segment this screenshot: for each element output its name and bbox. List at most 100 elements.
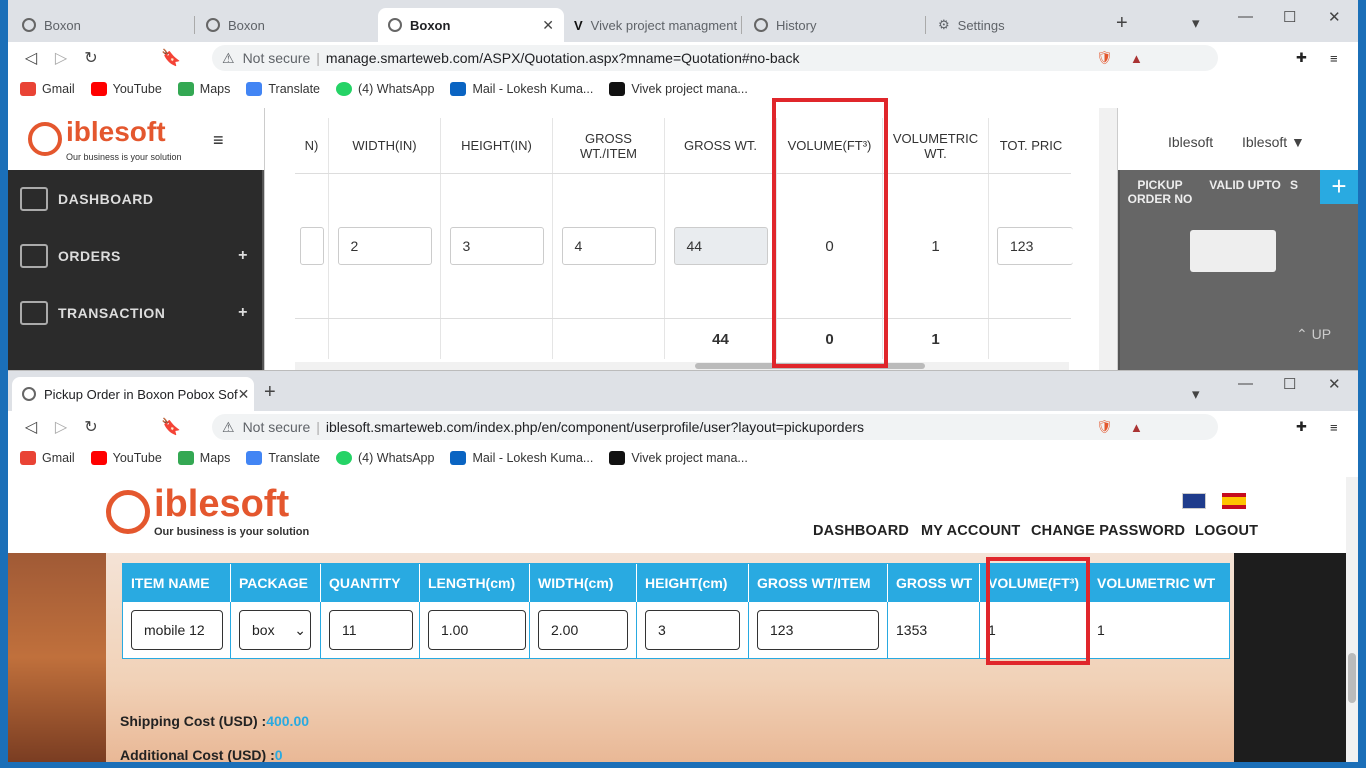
tab-pickup-order[interactable]: Pickup Order in Boxon Pobox Sof ✕	[12, 377, 254, 411]
quotation-page: iblesoft Our business is your solution ≡…	[8, 108, 1358, 370]
maximize-button[interactable]: ☐	[1283, 375, 1296, 393]
close-window-button[interactable]: ✕	[1328, 375, 1341, 393]
tab-history[interactable]: History	[744, 8, 924, 42]
bookmark-gmail[interactable]: Gmail	[20, 82, 75, 96]
new-tab-button[interactable]: +	[264, 381, 276, 404]
sidebar-item-dashboard[interactable]: DASHBOARD	[8, 170, 262, 227]
logo-mark-icon	[106, 489, 150, 534]
bookmark-icon[interactable]: 🔖	[156, 48, 186, 68]
bookmark-translate[interactable]: Translate	[246, 82, 320, 96]
gross-item-input[interactable]: 4	[561, 227, 656, 265]
vertical-scrollbar[interactable]	[1099, 108, 1117, 370]
vertical-scrollbar[interactable]	[1346, 477, 1358, 762]
nav-logout[interactable]: LOGOUT	[1195, 523, 1258, 539]
toolbar: ◁ ▷ ↻ 🔖 ⚠ Not secure | iblesoft.smartewe…	[8, 411, 1358, 443]
back-icon[interactable]: ◁	[16, 48, 46, 68]
site-header: iblesoft Our business is your solution D…	[8, 477, 1346, 553]
logo: iblesoft Our business is your solution	[106, 485, 309, 538]
quantity-input[interactable]: 11	[329, 610, 413, 650]
close-tab-icon[interactable]: ✕	[238, 386, 250, 403]
close-window-button[interactable]: ✕	[1328, 8, 1341, 26]
bookmark-mail[interactable]: Mail - Lokesh Kuma...	[450, 82, 593, 96]
gross-wt-field: 44	[673, 227, 768, 265]
nav-change-password[interactable]: CHANGE PASSWORD	[1031, 523, 1185, 539]
length-input[interactable]: 1.00	[428, 610, 526, 650]
scroll-up-button[interactable]: ⌃ UP	[1296, 326, 1331, 343]
orders-panel: PICKUP ORDER NO VALID UPTO S + ⌃ UP	[1120, 170, 1358, 370]
extensions-icon[interactable]: ✚	[1296, 50, 1307, 66]
width-input[interactable]: 2	[337, 227, 432, 265]
height-input[interactable]: 3	[645, 610, 740, 650]
hamburger-icon[interactable]: ≡	[213, 130, 224, 151]
warning-icon: ⚠	[222, 418, 235, 435]
bookmarks-bar: Gmail YouTube Maps Translate (4) WhatsAp…	[8, 445, 1358, 471]
bookmark-youtube[interactable]: YouTube	[90, 82, 162, 96]
tab-vivek[interactable]: V Vivek project managment	[564, 8, 740, 42]
menu-icon[interactable]: ≡	[1330, 51, 1338, 66]
chevron-down-icon: ⌄	[294, 621, 306, 638]
minimize-button[interactable]: —	[1238, 8, 1253, 25]
brave-shield-icon[interactable]: 🛡	[1096, 50, 1113, 66]
item-name-input[interactable]: mobile 12	[131, 610, 223, 650]
tab-boxon-1[interactable]: Boxon	[12, 8, 192, 42]
browser-window-pickup: Pickup Order in Boxon Pobox Sof ✕ + ▾ — ☐…	[8, 370, 1358, 762]
tab-boxon-active[interactable]: Boxon ✕	[378, 8, 564, 42]
bookmarks-bar: Gmail YouTube Maps Translate (4) WhatsAp…	[8, 76, 1358, 102]
bookmark-youtube[interactable]: YouTube	[90, 451, 162, 465]
v-logo-icon: V	[574, 17, 583, 33]
bookmark-whatsapp[interactable]: (4) WhatsApp	[336, 451, 434, 465]
tab-search-icon[interactable]: ▾	[1192, 14, 1200, 32]
spain-flag-icon[interactable]	[1222, 493, 1246, 509]
height-input[interactable]: 3	[449, 227, 544, 265]
length-input[interactable]	[299, 227, 324, 265]
sidebar-item-transaction[interactable]: TRANSACTION +	[8, 284, 262, 341]
width-input[interactable]: 2.00	[538, 610, 628, 650]
bookmark-translate[interactable]: Translate	[246, 451, 320, 465]
cart-icon	[20, 243, 48, 268]
globe-icon	[22, 18, 36, 32]
sidebar-item-orders[interactable]: ORDERS +	[8, 227, 262, 284]
forward-icon[interactable]: ▷	[46, 48, 76, 68]
user-menu[interactable]: Iblesoft ▼	[1242, 134, 1305, 150]
maximize-button[interactable]: ☐	[1283, 8, 1296, 26]
tab-boxon-2[interactable]: Boxon	[196, 8, 376, 42]
add-button[interactable]: +	[1320, 170, 1358, 204]
close-tab-icon[interactable]: ✕	[542, 17, 554, 34]
back-icon[interactable]: ◁	[16, 417, 46, 437]
highlight-box-volume	[772, 98, 888, 368]
bookmark-icon[interactable]: 🔖	[156, 417, 186, 437]
bookmark-gmail[interactable]: Gmail	[20, 451, 75, 465]
additional-cost: Additional Cost (USD) :0	[120, 747, 283, 762]
globe-icon	[206, 18, 220, 32]
valid-upto-select[interactable]	[1190, 230, 1276, 272]
address-bar[interactable]: ⚠ Not secure | iblesoft.smarteweb.com/in…	[212, 414, 1218, 440]
reload-icon[interactable]: ↻	[76, 48, 106, 68]
package-select[interactable]: box ⌄	[239, 610, 311, 650]
bookmark-maps[interactable]: Maps	[177, 82, 230, 96]
reload-icon[interactable]: ↻	[76, 417, 106, 437]
gross-item-input[interactable]: 123	[757, 610, 879, 650]
bookmark-whatsapp[interactable]: (4) WhatsApp	[336, 82, 434, 96]
tab-search-icon[interactable]: ▾	[1192, 385, 1200, 403]
brave-shield-icon[interactable]: 🛡	[1096, 419, 1113, 435]
horizontal-scrollbar[interactable]	[295, 362, 1069, 370]
bookmark-vivek[interactable]: Vivek project mana...	[609, 451, 748, 465]
price-input[interactable]: 123	[997, 227, 1073, 265]
nav-dashboard[interactable]: DASHBOARD	[813, 523, 909, 539]
forward-icon[interactable]: ▷	[46, 417, 76, 437]
tab-settings[interactable]: ⚙ Settings	[928, 8, 1108, 42]
bookmark-mail[interactable]: Mail - Lokesh Kuma...	[450, 451, 593, 465]
browser-window-quotation: Boxon Boxon Boxon ✕ V Vivek project managm…	[8, 0, 1358, 370]
address-bar[interactable]: ⚠ Not secure | manage.smarteweb.com/ASPX…	[212, 45, 1218, 71]
new-tab-button[interactable]: +	[1116, 12, 1128, 35]
warning-icon: ⚠	[222, 49, 235, 66]
brave-rewards-icon[interactable]: ▲	[1130, 51, 1143, 66]
nav-my-account[interactable]: MY ACCOUNT	[921, 523, 1020, 539]
extensions-icon[interactable]: ✚	[1296, 419, 1307, 435]
brave-rewards-icon[interactable]: ▲	[1130, 420, 1143, 435]
minimize-button[interactable]: —	[1238, 375, 1253, 392]
uk-flag-icon[interactable]	[1182, 493, 1206, 509]
bookmark-vivek[interactable]: Vivek project mana...	[609, 82, 748, 96]
bookmark-maps[interactable]: Maps	[177, 451, 230, 465]
menu-icon[interactable]: ≡	[1330, 420, 1338, 435]
